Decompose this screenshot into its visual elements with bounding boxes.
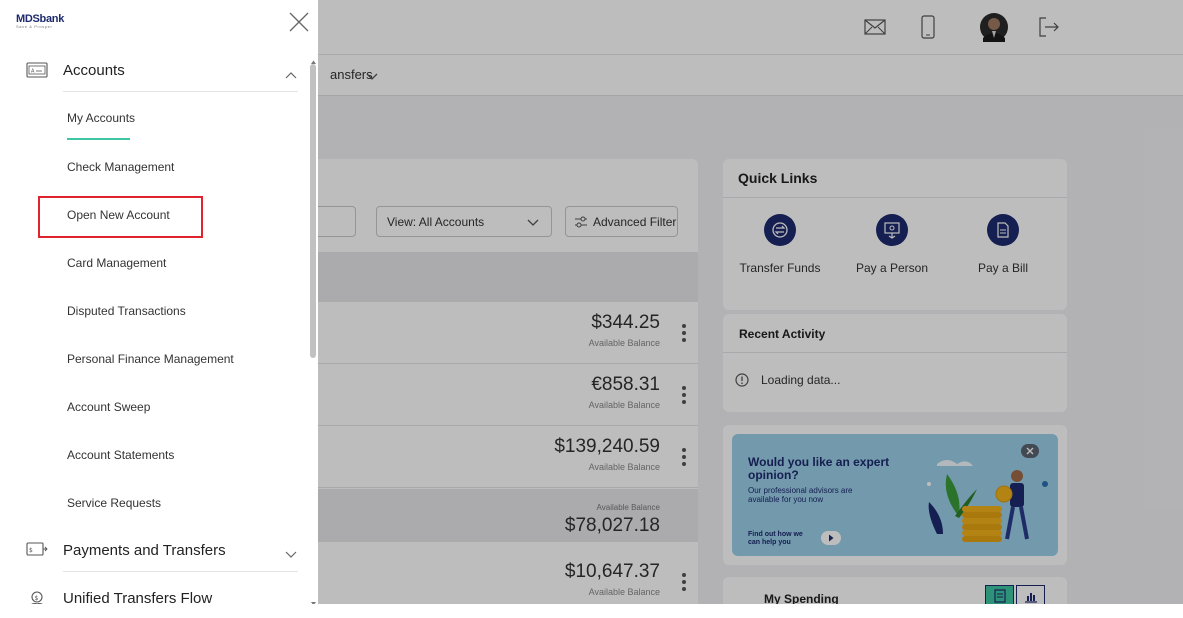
chevron-down-icon[interactable] (285, 546, 297, 564)
sidebar-item-account-sweep[interactable]: Account Sweep (67, 400, 150, 414)
highlight-box (38, 196, 203, 238)
sidebar-section-label: Unified Transfers Flow (63, 590, 213, 604)
close-icon[interactable] (288, 11, 310, 33)
sidebar-section-accounts[interactable]: A Accounts (0, 51, 308, 91)
scroll-down-icon[interactable] (311, 593, 316, 604)
sidebar-item-check-management[interactable]: Check Management (67, 160, 174, 174)
bottom-strip (0, 604, 1183, 618)
svg-text:A: A (31, 69, 35, 75)
sidebar-section-label: Accounts (63, 62, 125, 79)
svg-text:$: $ (29, 547, 33, 554)
sidebar-drawer: MDSbank Save & Prosper A Accounts My Acc… (0, 0, 318, 604)
scroll-thumb[interactable] (310, 64, 316, 358)
svg-text:$: $ (35, 595, 39, 602)
sidebar-section-payments[interactable]: $ Payments and Transfers (0, 531, 308, 571)
sidebar-section-label: Payments and Transfers (63, 542, 226, 559)
sidebar-item-card-management[interactable]: Card Management (67, 256, 166, 270)
payments-icon: $ (26, 542, 48, 561)
sidebar-item-account-statements[interactable]: Account Statements (67, 448, 174, 462)
accounts-card-icon: A (26, 62, 48, 83)
sidebar-item-my-accounts[interactable]: My Accounts (67, 111, 135, 125)
sidebar-section-unified-transfers[interactable]: $ Unified Transfers Flow (0, 579, 308, 604)
brand-logo[interactable]: MDSbank Save & Prosper (16, 13, 64, 29)
sidebar-item-disputed-transactions[interactable]: Disputed Transactions (67, 304, 186, 318)
sidebar-item-personal-finance-management[interactable]: Personal Finance Management (67, 352, 234, 366)
unified-transfers-icon: $ (26, 590, 48, 604)
divider (63, 571, 298, 572)
sidebar-item-service-requests[interactable]: Service Requests (67, 496, 161, 510)
chevron-up-icon[interactable] (285, 66, 297, 84)
active-indicator (67, 138, 130, 140)
divider (63, 91, 298, 92)
